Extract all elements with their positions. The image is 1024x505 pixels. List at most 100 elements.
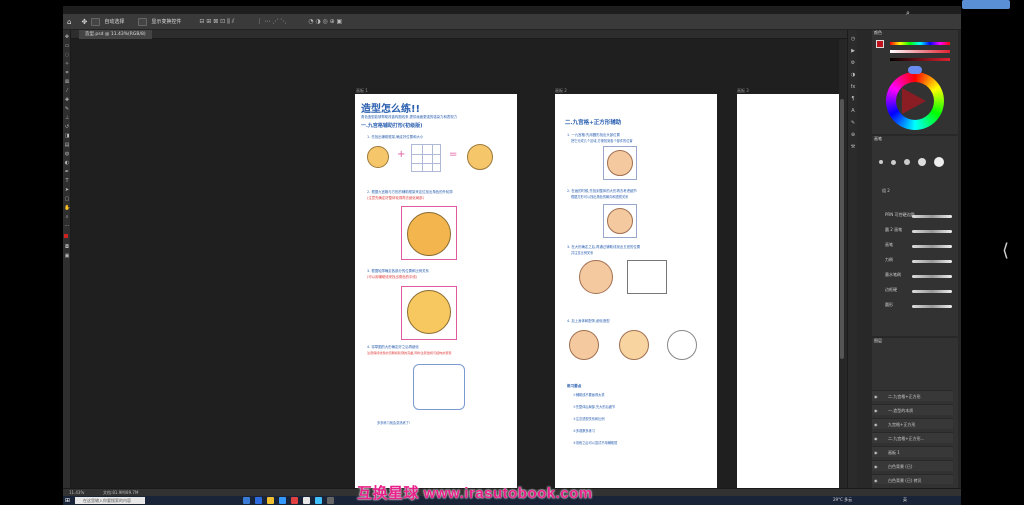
path-select-icon[interactable]: ➤ [64,187,70,193]
app-icon-grey[interactable] [327,497,334,504]
windows-start-icon[interactable]: ⊞ [65,497,72,504]
app-icon-cyan[interactable] [315,497,322,504]
layer-row[interactable]: ◉ 二.九宫格+正方形 [872,390,953,401]
actions-icon[interactable]: ▶ [850,48,856,54]
frame-tool-icon[interactable]: ⊠ [64,79,70,85]
home-icon[interactable]: ⌂ [67,18,71,26]
adjustments-icon[interactable]: ◑ [850,72,856,78]
pen-tool-icon[interactable]: ✒ [64,169,70,175]
eye-icon[interactable]: ◉ [874,422,878,427]
eraser-tool-icon[interactable]: ◨ [64,133,70,139]
brightness-slider[interactable] [890,58,950,61]
history-brush-icon[interactable]: ↺ [64,124,70,130]
chevron-left-icon[interactable]: ⟨ [1002,242,1009,260]
layer-row[interactable]: ◉ 九宫格+正方形 [872,418,953,429]
vertical-scrollbar[interactable] [839,39,845,488]
align-icons[interactable]: ⊟ ⊞ ⊠ ⊡ ⫼ ⫽ [199,18,234,26]
screen-mode-icon[interactable]: ▣ [64,253,70,259]
step-3-text: 3. 根据轮廓确定各部分的位置和比例关系 [367,269,429,273]
crop-tool-icon[interactable]: ⌗ [64,70,70,76]
zoom-tool-icon[interactable]: ⌕ [64,214,70,220]
dodge-tool-icon[interactable]: ◐ [64,160,70,166]
eye-icon[interactable]: ◉ [874,408,878,413]
brush-item[interactable]: 边框硬 [884,287,954,297]
eyedropper-icon[interactable]: ⁄ [64,88,70,94]
edge-icon[interactable] [255,497,262,504]
layer-row[interactable]: ◉ 一.造型的本质 [872,404,953,415]
lasso-tool-icon[interactable]: ◌ [64,52,70,58]
layer-row[interactable]: ◉ 二.九宫格+正方形... [872,432,953,443]
brush-folder[interactable]: 组 2 [882,188,890,194]
eye-icon[interactable]: ◉ [874,450,878,455]
auto-select-checkbox[interactable] [91,17,101,26]
brush-item[interactable]: PRN 可控硬边圆 [884,212,954,222]
ime-indicator[interactable]: 英 [903,497,907,503]
layers-panel: 图层 ◉ 二.九宫格+正方形 ◉ 一.造型的本质 ◉ 九宫格+正方形 ◉ 二.九宫格+正… [872,338,958,488]
weather-text[interactable]: 29°C 多云 [833,497,852,503]
dog-sketch-4 [407,290,451,334]
brush-item[interactable]: 画笔 [884,242,954,252]
hand-tool-icon[interactable]: ✋ [64,205,70,211]
layer-row[interactable]: ◉ 白色背景 (已) [872,460,953,471]
summary-title: 练习要点 [567,384,582,388]
document-tab-bar: 造型.psd @ 11.43%(RGB/8) [71,30,847,39]
foreground-color-swatch[interactable] [64,234,68,238]
eye-icon[interactable]: ◉ [874,464,878,469]
browser-chip[interactable] [962,0,1010,9]
brush-item[interactable]: 圆 2 画笔 [884,227,954,237]
brush-tool-icon[interactable]: ✎ [64,106,70,112]
app-icon-red[interactable] [291,497,298,504]
history-icon[interactable]: ◷ [850,36,856,42]
color-triangle[interactable] [902,88,926,114]
clone-source-icon[interactable]: ⊕ [850,132,856,138]
layer-row[interactable]: ◉ 画板 1 [872,446,953,457]
gradient-tool-icon[interactable]: ▤ [64,142,70,148]
eye-icon[interactable]: ◉ [874,436,878,441]
show-transform-checkbox[interactable] [138,17,148,26]
document-tab[interactable]: 造型.psd @ 11.43%(RGB/8) [79,30,152,39]
tool-presets-icon[interactable]: ⚒ [850,144,856,150]
3d-mode-icons[interactable]: ◔ ◑ ◎ ⊕ ▣ [308,18,342,25]
brush-item[interactable]: 力刷 [884,257,954,267]
color-wheel[interactable] [886,72,944,130]
folder-icon[interactable] [267,497,274,504]
brush-name: 边框硬 [885,287,897,292]
paragraph-icon[interactable]: ¶ [850,96,856,102]
eye-icon[interactable]: ◉ [874,478,878,483]
app-icon-white[interactable] [303,497,310,504]
p2-step-3-note: 并注意比例关系 [571,251,594,255]
brush-presets-row[interactable] [876,156,956,168]
layer-name: 一.造型的本质 [888,408,914,413]
p2-step-2: 2. 在画的时候,先找到整体的大形再去考虑细节 [567,189,637,193]
marquee-tool-icon[interactable]: ▭ [64,43,70,49]
eye-icon[interactable]: ◉ [874,394,878,399]
zoom-level[interactable]: 11.43% [69,490,84,495]
stamp-tool-icon[interactable]: ⊥ [64,115,70,121]
shape-tool-icon[interactable]: ▢ [64,196,70,202]
saturation-slider[interactable] [890,50,950,53]
brush-settings-icon[interactable]: ✎ [850,120,856,126]
quick-mask-icon[interactable]: ◘ [64,244,70,250]
character-icon[interactable]: A [850,108,856,114]
type-tool-icon[interactable]: T [64,178,70,184]
foreground-swatch[interactable] [876,40,884,48]
move-tool-icon[interactable]: ✥ [81,18,87,26]
hue-slider[interactable] [890,42,950,45]
brush-item[interactable]: 圆形 [884,302,954,312]
styles-icon[interactable]: fx [850,84,856,90]
more-tools-icon[interactable]: ⋯ [64,223,70,229]
canvas-area[interactable]: 画板 1 画板 2 画板 3 造型怎么练!! 角色造型能够帮助改善构图线条,提供… [71,39,839,488]
distribute-icons[interactable]: ⋮ ⋯ ⋰ ⋱ [256,18,286,25]
move-tool-icon[interactable]: ✥ [64,34,70,40]
brush-item[interactable]: 墨水笔刷 [884,272,954,282]
search-icon[interactable]: ⌕ [906,9,915,18]
blur-tool-icon[interactable]: ◍ [64,151,70,157]
layer-row[interactable]: ◉ 白色背景 (已) 拷贝 [872,474,953,484]
photoshop-icon[interactable] [279,497,286,504]
magic-wand-icon[interactable]: ✧ [64,61,70,67]
taskbar-search[interactable]: 在这里输入你要搜索的内容 [75,497,145,504]
step-4-note: 注意保持线条的流畅和轮廓的完整,同时注意透视与结构的表现 [367,351,452,355]
properties-icon[interactable]: ⚙ [850,60,856,66]
task-view-icon[interactable] [243,497,250,504]
healing-brush-icon[interactable]: ✚ [64,97,70,103]
